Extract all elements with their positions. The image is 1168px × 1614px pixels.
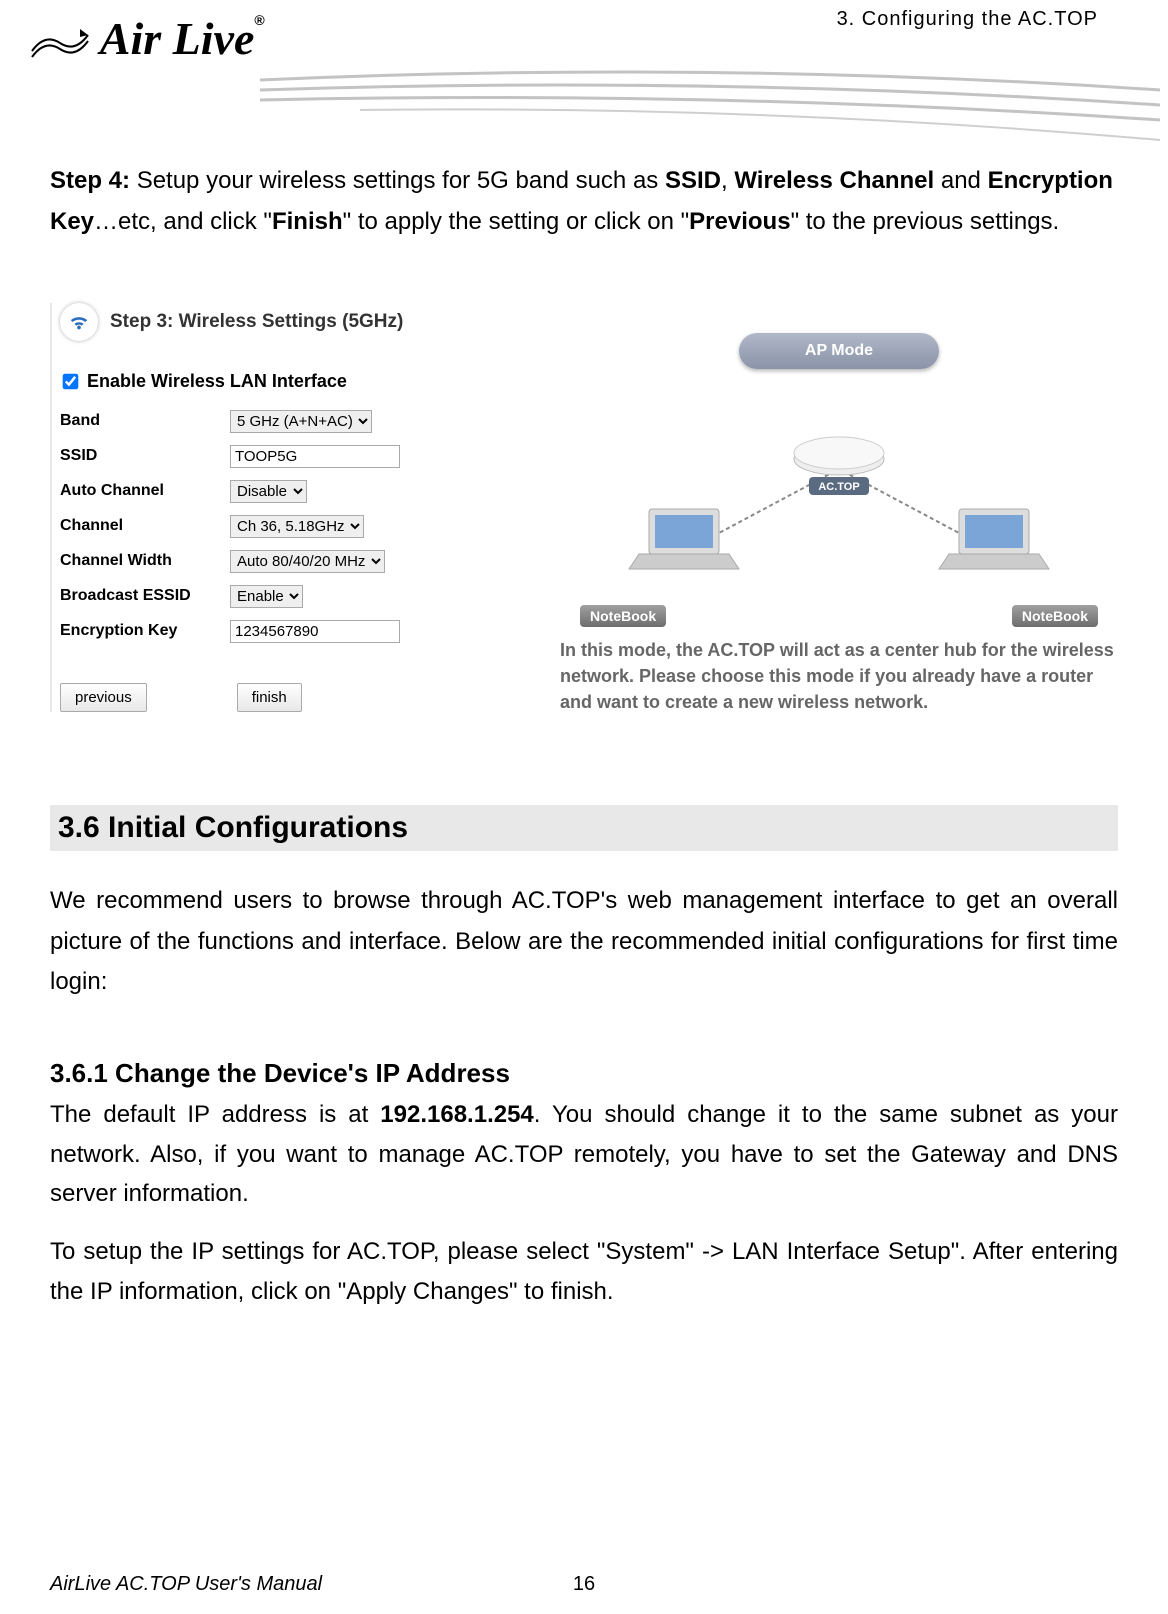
logo-text: Air Live — [100, 13, 255, 64]
wizard-panel: Step 3: Wireless Settings (5GHz) Enable … — [50, 303, 530, 712]
logo-reg: ® — [254, 12, 264, 28]
previous-button[interactable]: previous — [60, 683, 147, 712]
step4-prefix: Step 4: — [50, 167, 137, 194]
ssid-label: SSID — [60, 447, 230, 465]
wave-icon — [30, 23, 90, 63]
footer-manual-title: AirLive AC.TOP User's Manual — [50, 1573, 322, 1596]
band-label: Band — [60, 412, 230, 430]
section-3-6-heading: 3.6 Initial Configurations — [50, 805, 1118, 851]
step4-paragraph: Step 4: Setup your wireless settings for… — [50, 161, 1118, 243]
ssid-input[interactable] — [230, 445, 400, 468]
channel-label: Channel — [60, 517, 230, 535]
broadcast-select[interactable]: Enable — [230, 585, 303, 608]
wizard-header: Step 3: Wireless Settings (5GHz) — [60, 303, 530, 341]
device-label: AC.TOP — [818, 481, 859, 493]
header-rule-decoration — [260, 50, 1160, 150]
section-3-6-1-p2: To setup the IP settings for AC.TOP, ple… — [50, 1232, 1118, 1311]
notebook-label-left: NoteBook — [580, 605, 666, 627]
page-footer: AirLive AC.TOP User's Manual 16 — [50, 1573, 1118, 1596]
diagram-panel: AP Mode AC.TOP — [560, 303, 1118, 715]
auto-channel-label: Auto Channel — [60, 482, 230, 500]
airlive-logo: Air Live® — [30, 12, 265, 65]
notebook-label-right: NoteBook — [1012, 605, 1098, 627]
screenshot-figure: Step 3: Wireless Settings (5GHz) Enable … — [50, 303, 1118, 715]
finish-button[interactable]: finish — [237, 683, 302, 712]
section-3-6-1-heading: 3.6.1 Change the Device's IP Address — [50, 1058, 1118, 1089]
broadcast-label: Broadcast ESSID — [60, 587, 230, 605]
enable-wireless-checkbox[interactable] — [63, 373, 79, 389]
topology-diagram: AC.TOP — [619, 389, 1059, 589]
section-3-6-paragraph: We recommend users to browse through AC.… — [50, 881, 1118, 1003]
channel-select[interactable]: Ch 36, 5.18GHz — [230, 515, 364, 538]
ap-mode-button[interactable]: AP Mode — [739, 333, 939, 369]
mode-description: In this mode, the AC.TOP will act as a c… — [560, 637, 1118, 715]
channel-width-select[interactable]: Auto 80/40/20 MHz — [230, 550, 385, 573]
section-3-6-1-p1: The default IP address is at 192.168.1.2… — [50, 1095, 1118, 1214]
footer-page-number: 16 — [573, 1573, 595, 1596]
wifi-icon — [60, 303, 98, 341]
channel-width-label: Channel Width — [60, 552, 230, 570]
auto-channel-select[interactable]: Disable — [230, 480, 307, 503]
encryption-label: Encryption Key — [60, 622, 230, 640]
band-select[interactable]: 5 GHz (A+N+AC) — [230, 410, 372, 433]
encryption-input[interactable] — [230, 620, 400, 643]
enable-wireless-label: Enable Wireless LAN Interface — [87, 371, 347, 392]
wizard-title: Step 3: Wireless Settings (5GHz) — [110, 311, 403, 333]
